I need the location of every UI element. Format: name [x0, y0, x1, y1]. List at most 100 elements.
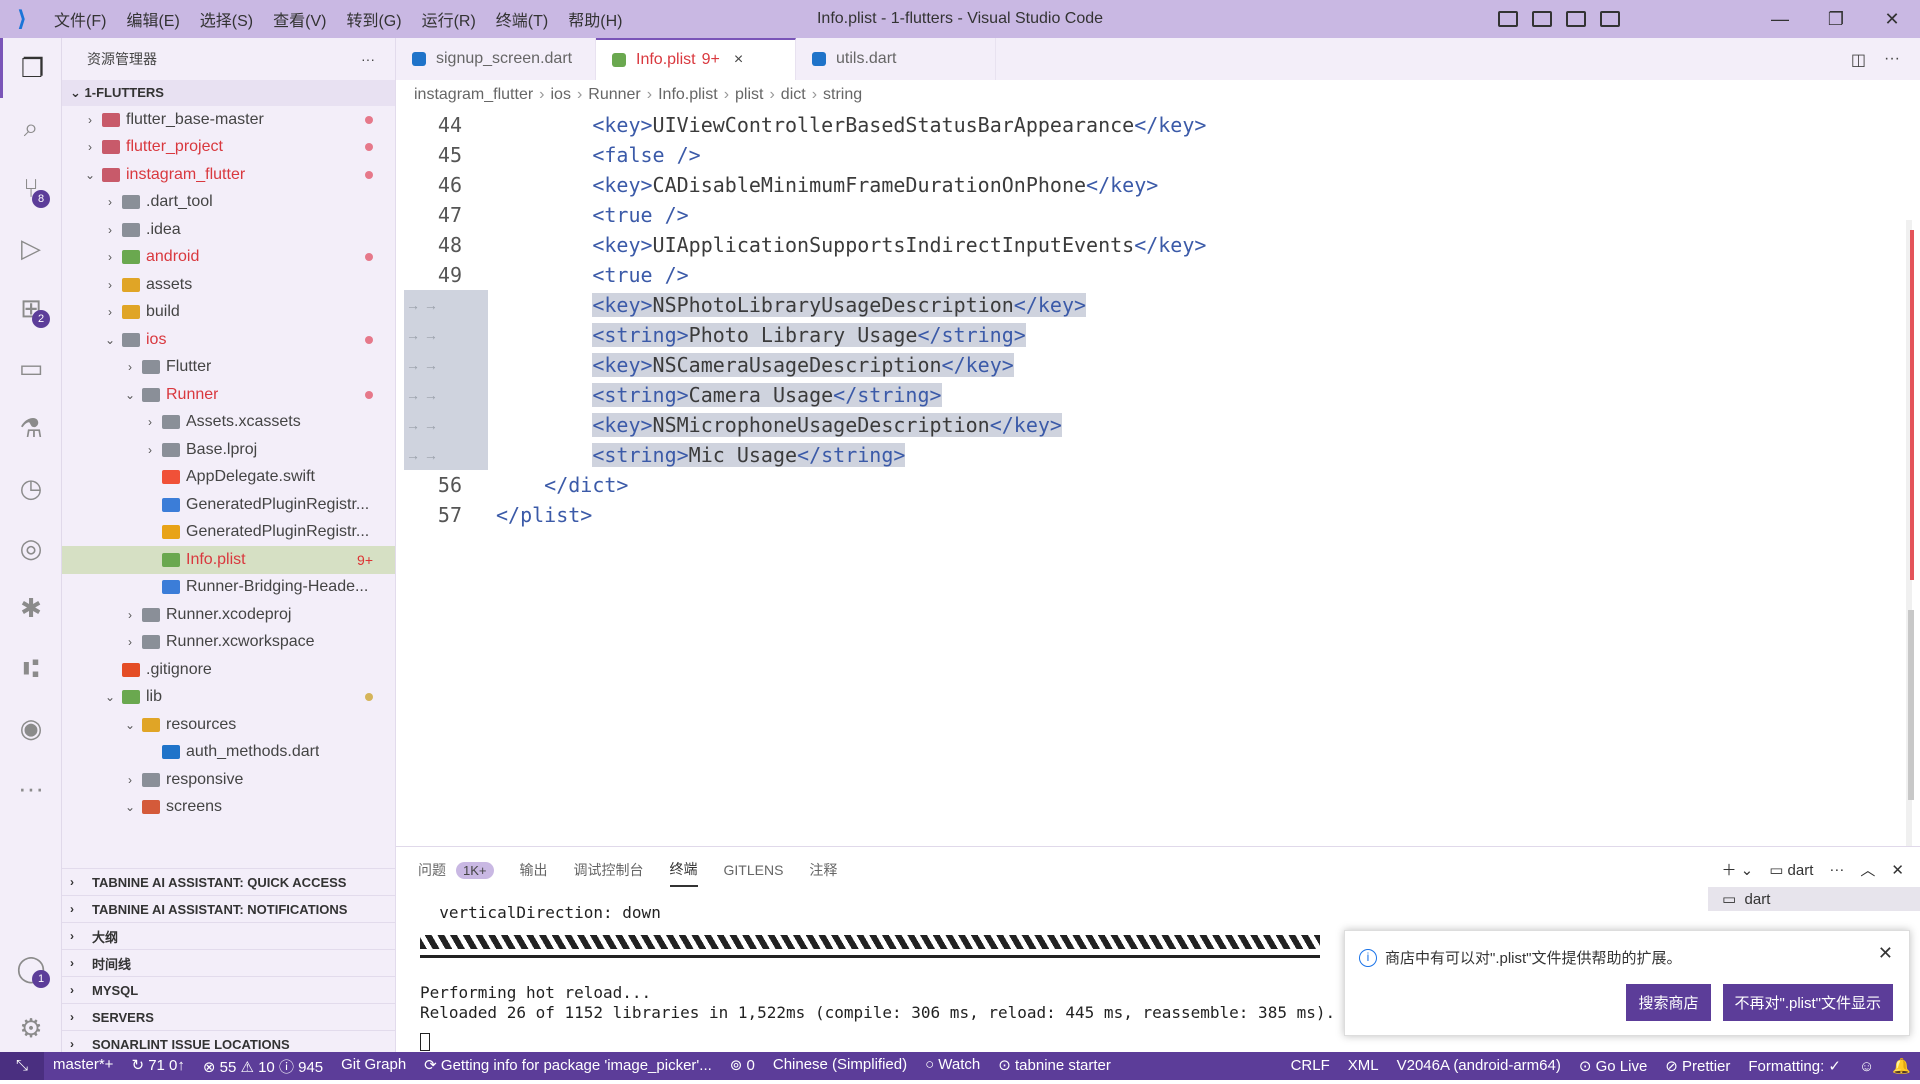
customize-layout-icon[interactable]: [1600, 11, 1620, 27]
maximize-panel-icon[interactable]: ︿: [1860, 859, 1875, 880]
status-item[interactable]: ⊙ tabnine starter: [989, 1056, 1120, 1077]
tree-item[interactable]: › .idea: [62, 216, 395, 244]
terminal-selector[interactable]: ▭ dart: [1769, 861, 1813, 879]
sidebar-section[interactable]: › TABNINE AI ASSISTANT: NOTIFICATIONS: [62, 895, 395, 922]
sidebar-section[interactable]: › MYSQL: [62, 976, 395, 1003]
breadcrumb-item[interactable]: Runner: [588, 86, 640, 104]
toggle-primary-sidebar-icon[interactable]: [1498, 11, 1518, 27]
status-item[interactable]: ⊙ Go Live: [1570, 1057, 1656, 1075]
panel-more-icon[interactable]: ···: [1829, 861, 1844, 878]
toggle-panel-icon[interactable]: [1532, 11, 1552, 27]
sidebar-section[interactable]: › 时间线: [62, 949, 395, 976]
breadcrumb-item[interactable]: Info.plist: [658, 86, 718, 104]
testing-icon[interactable]: ⚗: [0, 398, 62, 458]
panel-tab[interactable]: 输出: [520, 854, 548, 886]
panel-tab[interactable]: 调试控制台: [574, 854, 644, 886]
run-debug-icon[interactable]: ▷: [0, 218, 62, 278]
toast-close-icon[interactable]: ✕: [1878, 943, 1893, 964]
status-item[interactable]: ⊘ Prettier: [1656, 1057, 1739, 1075]
code-editor[interactable]: 44 <key>UIViewControllerBasedStatusBarAp…: [396, 110, 1920, 846]
menu-item-4[interactable]: 转到(G): [336, 7, 411, 31]
tree-item[interactable]: ⌄ lib: [62, 684, 395, 712]
panel-tab[interactable]: 问题: [418, 854, 446, 886]
tab-signup_screen-dart[interactable]: signup_screen.dart: [396, 38, 596, 80]
tree-item[interactable]: › assets: [62, 271, 395, 299]
remote-indicator-icon[interactable]: ⤡: [0, 1052, 44, 1080]
dont-show-again-button[interactable]: 不再对".plist"文件显示: [1722, 984, 1893, 1021]
status-item[interactable]: ↻ 71 0↑: [122, 1056, 193, 1077]
tree-item[interactable]: auth_methods.dart: [62, 739, 395, 767]
status-item[interactable]: V2046A (android-arm64): [1388, 1057, 1570, 1075]
terminal-list-item[interactable]: ▭ dart: [1708, 887, 1920, 911]
breadcrumb-item[interactable]: dict: [781, 86, 806, 104]
panel-tab[interactable]: GITLENS: [724, 856, 784, 884]
tabnine-icon[interactable]: ◉: [0, 698, 62, 758]
git-graph-icon[interactable]: ⑆: [0, 638, 62, 698]
tree-item[interactable]: › Assets.xcassets: [62, 409, 395, 437]
tree-item[interactable]: GeneratedPluginRegistr...: [62, 491, 395, 519]
status-item[interactable]: ⊗ 55 ⚠ 10 ⓘ 945: [194, 1056, 332, 1077]
status-item[interactable]: ⟳ Getting info for package 'image_picker…: [415, 1056, 721, 1077]
breadcrumb-item[interactable]: instagram_flutter: [414, 86, 533, 104]
accounts-icon[interactable]: ◯ 1: [0, 938, 62, 998]
menu-item-0[interactable]: 文件(F): [44, 7, 116, 31]
gitlens-icon[interactable]: ◎: [0, 518, 62, 578]
extensions-icon[interactable]: ⊞ 2: [0, 278, 62, 338]
status-item[interactable]: ○ Watch: [916, 1056, 989, 1077]
terminal-output[interactable]: verticalDirection: down Performing hot re…: [420, 903, 1335, 1023]
tree-item[interactable]: GeneratedPluginRegistr...: [62, 519, 395, 547]
menu-item-7[interactable]: 帮助(H): [558, 7, 632, 31]
status-item[interactable]: CRLF: [1282, 1057, 1339, 1075]
status-item[interactable]: master*+: [44, 1056, 122, 1077]
tree-item[interactable]: › build: [62, 299, 395, 327]
tree-item[interactable]: AppDelegate.swift: [62, 464, 395, 492]
tree-item[interactable]: › flutter_project: [62, 134, 395, 162]
menu-item-1[interactable]: 编辑(E): [116, 7, 189, 31]
sidebar-section[interactable]: › 大纲: [62, 922, 395, 949]
status-item[interactable]: Chinese (Simplified): [764, 1056, 916, 1077]
split-editor-icon[interactable]: ◫: [1851, 50, 1866, 70]
tree-item[interactable]: › Runner.xcworkspace: [62, 629, 395, 657]
explorer-more-button[interactable]: ···: [361, 51, 375, 67]
tree-item[interactable]: › flutter_base-master: [62, 106, 395, 134]
close-panel-icon[interactable]: ✕: [1891, 861, 1904, 879]
menu-item-5[interactable]: 运行(R): [412, 7, 486, 31]
minimize-button[interactable]: —: [1752, 0, 1808, 38]
tree-item[interactable]: Info.plist 9+: [62, 546, 395, 574]
manage-gear-icon[interactable]: ⚙: [0, 998, 62, 1058]
new-terminal-icon[interactable]: ＋ ⌄: [1721, 859, 1753, 880]
close-window-button[interactable]: ✕: [1864, 0, 1920, 38]
editor-more-icon[interactable]: ···: [1884, 50, 1900, 70]
tab-utils-dart[interactable]: utils.dart: [796, 38, 996, 80]
breadcrumb-item[interactable]: string: [823, 86, 862, 104]
breadcrumb-item[interactable]: ios: [551, 86, 571, 104]
panel-tab[interactable]: 注释: [809, 854, 837, 886]
explorer-icon[interactable]: ❐: [0, 38, 62, 98]
tree-item[interactable]: ⌄ ios: [62, 326, 395, 354]
search-icon[interactable]: ⌕: [0, 98, 62, 158]
feedback-icon[interactable]: ☺: [1850, 1058, 1883, 1075]
breadcrumb-item[interactable]: plist: [735, 86, 763, 104]
tree-item[interactable]: ⌄ resources: [62, 711, 395, 739]
python-icon[interactable]: ✱: [0, 578, 62, 638]
status-item[interactable]: ⊚ 0: [721, 1056, 764, 1077]
restore-button[interactable]: ❐: [1808, 0, 1864, 38]
more-views-icon[interactable]: ···: [0, 758, 62, 818]
status-item[interactable]: XML: [1339, 1057, 1388, 1075]
tree-item[interactable]: › Runner.xcodeproj: [62, 601, 395, 629]
panel-tab[interactable]: 终端: [669, 853, 698, 887]
tree-item[interactable]: › Flutter: [62, 354, 395, 382]
notifications-bell-icon[interactable]: 🔔: [1883, 1057, 1920, 1075]
tree-item[interactable]: › .dart_tool: [62, 189, 395, 217]
tree-item[interactable]: ⌄ instagram_flutter: [62, 161, 395, 189]
tree-item[interactable]: .gitignore: [62, 656, 395, 684]
source-control-icon[interactable]: ⑂ 8: [0, 158, 62, 218]
tree-item[interactable]: ⌄ Runner: [62, 381, 395, 409]
sidebar-section[interactable]: › TABNINE AI ASSISTANT: QUICK ACCESS: [62, 868, 395, 895]
timeline-icon[interactable]: ◷: [0, 458, 62, 518]
menu-item-2[interactable]: 选择(S): [190, 7, 263, 31]
search-store-button[interactable]: 搜索商店: [1626, 984, 1711, 1021]
workspace-root[interactable]: ⌄ 1-FLUTTERS: [62, 80, 395, 106]
tab-info-plist[interactable]: Info.plist 9+ ×: [596, 38, 796, 80]
remote-explorer-icon[interactable]: ▭: [0, 338, 62, 398]
